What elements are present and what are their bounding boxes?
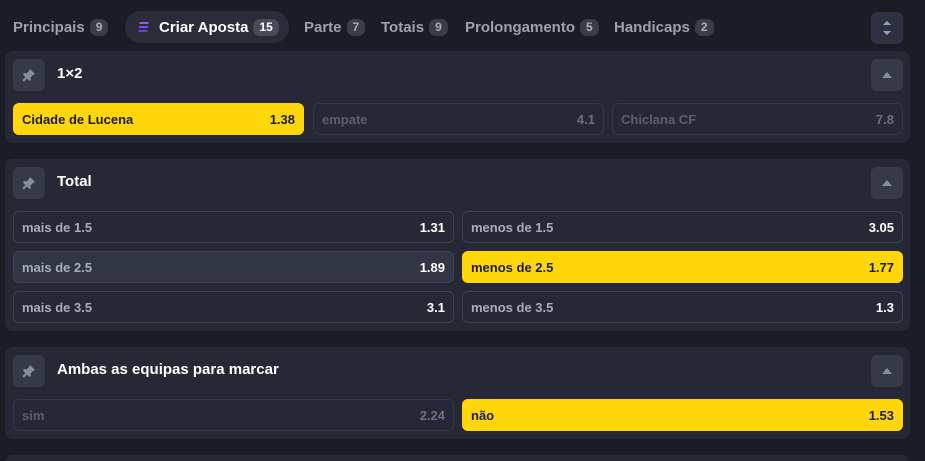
tab-prolongamento[interactable]: Prolongamento 5	[465, 11, 599, 43]
odd-label: sim	[22, 407, 45, 423]
collapse-market-button[interactable]	[871, 355, 903, 387]
tab-totais[interactable]: Totais 9	[381, 11, 448, 43]
odd-value: 1.31	[419, 219, 445, 235]
odd-button[interactable]: mais de 2.5 1.89	[13, 251, 454, 283]
pin-button[interactable]	[13, 355, 45, 387]
odd-value: 1.3	[875, 299, 894, 315]
chevron-up-icon	[882, 180, 892, 186]
odd-label: menos de 2.5	[471, 259, 554, 275]
odd-button[interactable]: mais de 1.5 1.31	[13, 211, 454, 243]
tab-label: Principais	[13, 18, 85, 36]
market-next	[5, 455, 910, 461]
tab-parte[interactable]: Parte 7	[304, 11, 366, 43]
odd-label: Cidade de Lucena	[22, 111, 134, 127]
odd-label: menos de 3.5	[471, 299, 554, 315]
tab-count-badge: 7	[346, 18, 366, 36]
pin-icon	[22, 365, 35, 378]
market-header[interactable]: Ambas as equipas para marcar	[5, 347, 910, 391]
odd-label: mais de 1.5	[22, 219, 93, 235]
market-tabs: Principais 9 Criar Aposta 15 Parte 7 Tot…	[0, 8, 925, 46]
collapse-all-icon	[883, 21, 891, 35]
market-1x2: 1×2 Cidade de Lucena 1.38 empate 4.1 Chi…	[5, 51, 910, 143]
chevron-up-icon	[882, 72, 892, 78]
odd-label: Chiclana CF	[621, 111, 697, 127]
tab-handicaps[interactable]: Handicaps 2	[614, 11, 714, 43]
odd-value: 4.1	[576, 111, 595, 127]
odd-button[interactable]: Cidade de Lucena 1.38	[13, 103, 304, 135]
odd-value: 1.53	[868, 407, 894, 423]
odd-value: 2.24	[419, 407, 445, 423]
market-header[interactable]: 1×2	[5, 51, 910, 95]
odd-button[interactable]: sim 2.24	[13, 399, 454, 431]
collapse-market-button[interactable]	[871, 167, 903, 199]
market-title: 1×2	[57, 65, 83, 82]
odd-label: mais de 2.5	[22, 259, 93, 275]
odd-button[interactable]: não 1.53	[462, 399, 903, 431]
odd-label: menos de 1.5	[471, 219, 554, 235]
odd-value: 3.1	[426, 299, 445, 315]
chevron-up-icon	[882, 368, 892, 374]
odd-button[interactable]: menos de 2.5 1.77	[462, 251, 903, 283]
collapse-market-button[interactable]	[871, 59, 903, 91]
tab-count-badge: 9	[89, 18, 109, 36]
market-total: Total mais de 1.5 1.31 menos de 1.5 3.05…	[5, 159, 910, 331]
pin-icon	[22, 69, 35, 82]
tab-count-badge: 5	[580, 18, 599, 36]
tab-label: Criar Aposta	[159, 18, 249, 36]
tab-label: Totais	[381, 18, 425, 36]
market-header[interactable]: Total	[5, 159, 910, 203]
tab-principais[interactable]: Principais 9	[13, 11, 109, 43]
tab-criar-aposta[interactable]: Criar Aposta 15	[125, 11, 289, 43]
collapse-all-button[interactable]	[871, 12, 903, 44]
odd-button[interactable]: menos de 3.5 1.3	[462, 291, 903, 323]
tab-label: Handicaps	[614, 18, 690, 36]
pin-icon	[22, 177, 35, 190]
market-both-teams-to-score: Ambas as equipas para marcar sim 2.24 nã…	[5, 347, 910, 439]
pin-button[interactable]	[13, 59, 45, 91]
pin-button[interactable]	[13, 167, 45, 199]
tab-label: Prolongamento	[465, 18, 576, 36]
tab-label: Parte	[304, 18, 342, 36]
odd-label: empate	[322, 111, 368, 127]
tab-count-badge: 15	[253, 18, 279, 36]
market-title: Total	[57, 173, 92, 190]
odd-label: não	[471, 407, 495, 423]
odd-button[interactable]: mais de 3.5 3.1	[13, 291, 454, 323]
odd-button[interactable]: empate 4.1	[313, 103, 604, 135]
tab-count-badge: 2	[694, 18, 714, 36]
odd-button[interactable]: menos de 1.5 3.05	[462, 211, 903, 243]
odd-value: 1.77	[868, 259, 894, 275]
odd-value: 7.8	[875, 111, 894, 127]
market-title: Ambas as equipas para marcar	[57, 361, 279, 378]
bet-builder-icon	[137, 20, 151, 34]
odd-value: 1.38	[269, 111, 295, 127]
odd-button[interactable]: Chiclana CF 7.8	[612, 103, 903, 135]
odd-value: 3.05	[868, 219, 894, 235]
tab-count-badge: 9	[429, 18, 448, 36]
odd-label: mais de 3.5	[22, 299, 93, 315]
odd-value: 1.89	[419, 259, 445, 275]
